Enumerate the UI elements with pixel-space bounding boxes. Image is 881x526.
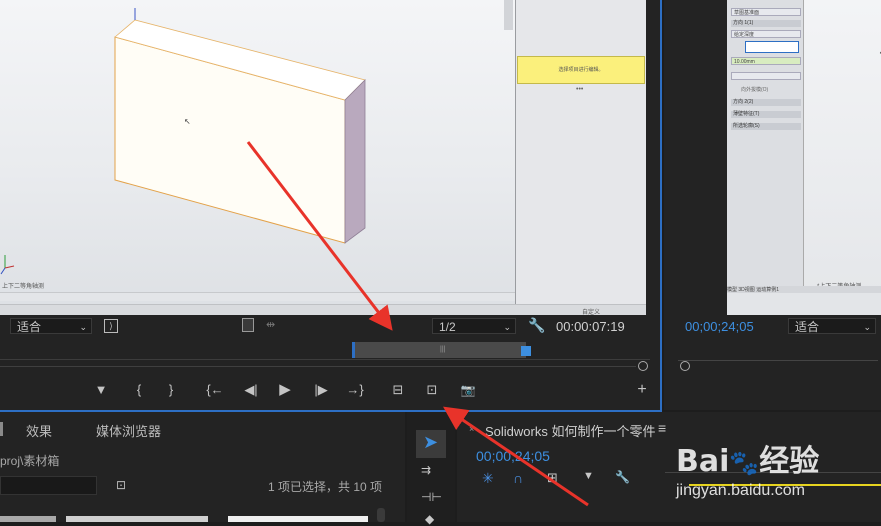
resolution-dropdown[interactable]: 1/2 ⌄ [432,318,516,334]
wrench-icon[interactable]: 🔧 [528,317,545,334]
add-marker-button[interactable]: ▼ [90,381,112,399]
panel-tab-edge [0,422,3,436]
step-back-button[interactable]: ◀| [240,381,262,399]
razor-tool-icon[interactable]: ◆ [425,512,434,526]
tab-media-browser[interactable]: 媒体浏览器 [96,421,161,440]
tab-effects[interactable]: 效果 [26,421,52,440]
thumbnail-2[interactable] [66,516,208,522]
source-fit-dropdown[interactable]: 适合 ⌄ [10,318,92,334]
sheet-tab-bar [0,292,515,301]
timeline-timecode: 00;00;24;05 [476,448,550,464]
nest-icon[interactable]: ✳ [482,470,494,487]
zoom-handle[interactable] [638,361,648,371]
source-monitor-panel: ↖ 上下二等角轴测 自定义 选择项目进行编辑。 ••• 适合 ⌄ ⟩ ⇹ 1/2… [0,0,662,412]
pane-toolbar [504,0,513,30]
source-time-ruler[interactable]: ||| [0,342,650,360]
program-viewport: ↖ [879,51,881,58]
more-dots: ••• [576,86,584,93]
menu-icon[interactable]: ≡ [658,420,666,436]
tools-panel: ➤ ⇉ ⊣⊢ ◆ [407,412,455,526]
overwrite-button[interactable]: ⊡ [421,381,443,399]
program-fit-label: 适合 [795,320,820,334]
program-bottom-toolbar [727,293,881,315]
search-input[interactable] [0,476,97,495]
zoom-scroll-bar[interactable] [0,366,636,367]
program-fit-dropdown[interactable]: 适合 ⌄ [788,318,876,334]
linked-selection-icon[interactable]: ⊞ [547,470,558,486]
in-point-marker[interactable] [352,342,355,358]
status-bar: 自定义 [0,304,646,315]
play-button[interactable]: ▶ [274,381,296,399]
selection-status: 1 项已选择，共 10 项 [268,480,383,494]
chevron-down-icon: ⌄ [79,322,87,332]
sequence-tab[interactable]: Solidworks 如何制作一个零件 [485,421,655,440]
watermark-logo: Bai🐾经验 [676,436,819,480]
mark-in-button[interactable]: { [128,381,150,399]
ripple-edit-tool-icon[interactable]: ⊣⊢ [421,490,442,504]
task-pane: 选择项目进行编辑。 ••• [504,0,646,304]
status-text: 自定义 [582,310,601,315]
new-bin-icon[interactable]: ⊡ [116,478,126,492]
track-select-tool-icon[interactable]: ⇉ [421,463,431,477]
step-forward-button[interactable]: |▶ [310,381,332,399]
thumbnail-3[interactable] [228,516,368,522]
view-orientation-label: 上下二等角轴测 [2,284,45,290]
go-to-in-button[interactable]: {← [204,381,226,399]
chevron-down-icon: ⌄ [863,322,871,332]
resolution-label: 1/2 [439,320,456,334]
source-fit-label: 适合 [17,320,42,334]
paw-icon: 🐾 [729,449,760,477]
drag-video-icon[interactable] [242,318,254,332]
export-frame-button[interactable]: 📷 [457,381,479,399]
watermark-brand-2: 经验 [759,444,820,479]
program-video-frame: 草图基准面 方向 1(1) 给定深度 10.00mm 向外拔模(O) 方向 2(… [727,0,881,315]
message-box: 选择项目进行编辑。 [517,56,645,84]
selection-tool-icon[interactable]: ➤ [423,432,438,453]
playhead[interactable] [521,346,531,356]
source-timecode: 00:00:07:19 [556,319,625,334]
range-grip[interactable]: ||| [440,346,445,353]
timeline-settings-icon[interactable]: 🔧 [615,470,630,484]
drag-audio-icon[interactable]: ⇹ [266,318,275,331]
mark-out-button[interactable]: } [160,381,182,399]
program-monitor-panel: 草图基准面 方向 1(1) 给定深度 10.00mm 向外拔模(O) 方向 2(… [664,0,881,410]
scrollbar[interactable] [377,508,385,522]
insert-button[interactable]: ⊟ [387,381,409,399]
snap-icon[interactable]: ∩ [513,470,523,486]
bin-path: proj\素材箱 [0,454,60,468]
add-button[interactable]: + [631,381,653,399]
chevron-down-icon: ⌄ [503,322,511,332]
model-tab-bar: 模型 3D视图 运动算例1 [727,286,881,293]
source-video-frame: ↖ 上下二等角轴测 自定义 选择项目进行编辑。 ••• [0,0,646,315]
go-to-out-button[interactable]: →} [344,381,366,399]
program-zoom-handle[interactable] [680,361,690,371]
add-marker-icon[interactable]: ▼ [583,470,594,482]
close-icon[interactable]: × [469,424,474,434]
program-time-ruler[interactable] [678,350,878,361]
watermark-url: jingyan.baidu.com [676,482,805,499]
svg-text:↖: ↖ [184,117,191,126]
project-panel: 效果 媒体浏览器 proj\素材箱 ⊡ 1 项已选择，共 10 项 [0,412,405,522]
watermark-brand: Bai [676,444,730,479]
thumbnail-1[interactable] [0,516,56,522]
marker-settings-icon[interactable]: ⟩ [104,319,118,333]
program-timecode: 00;00;24;05 [685,319,754,334]
